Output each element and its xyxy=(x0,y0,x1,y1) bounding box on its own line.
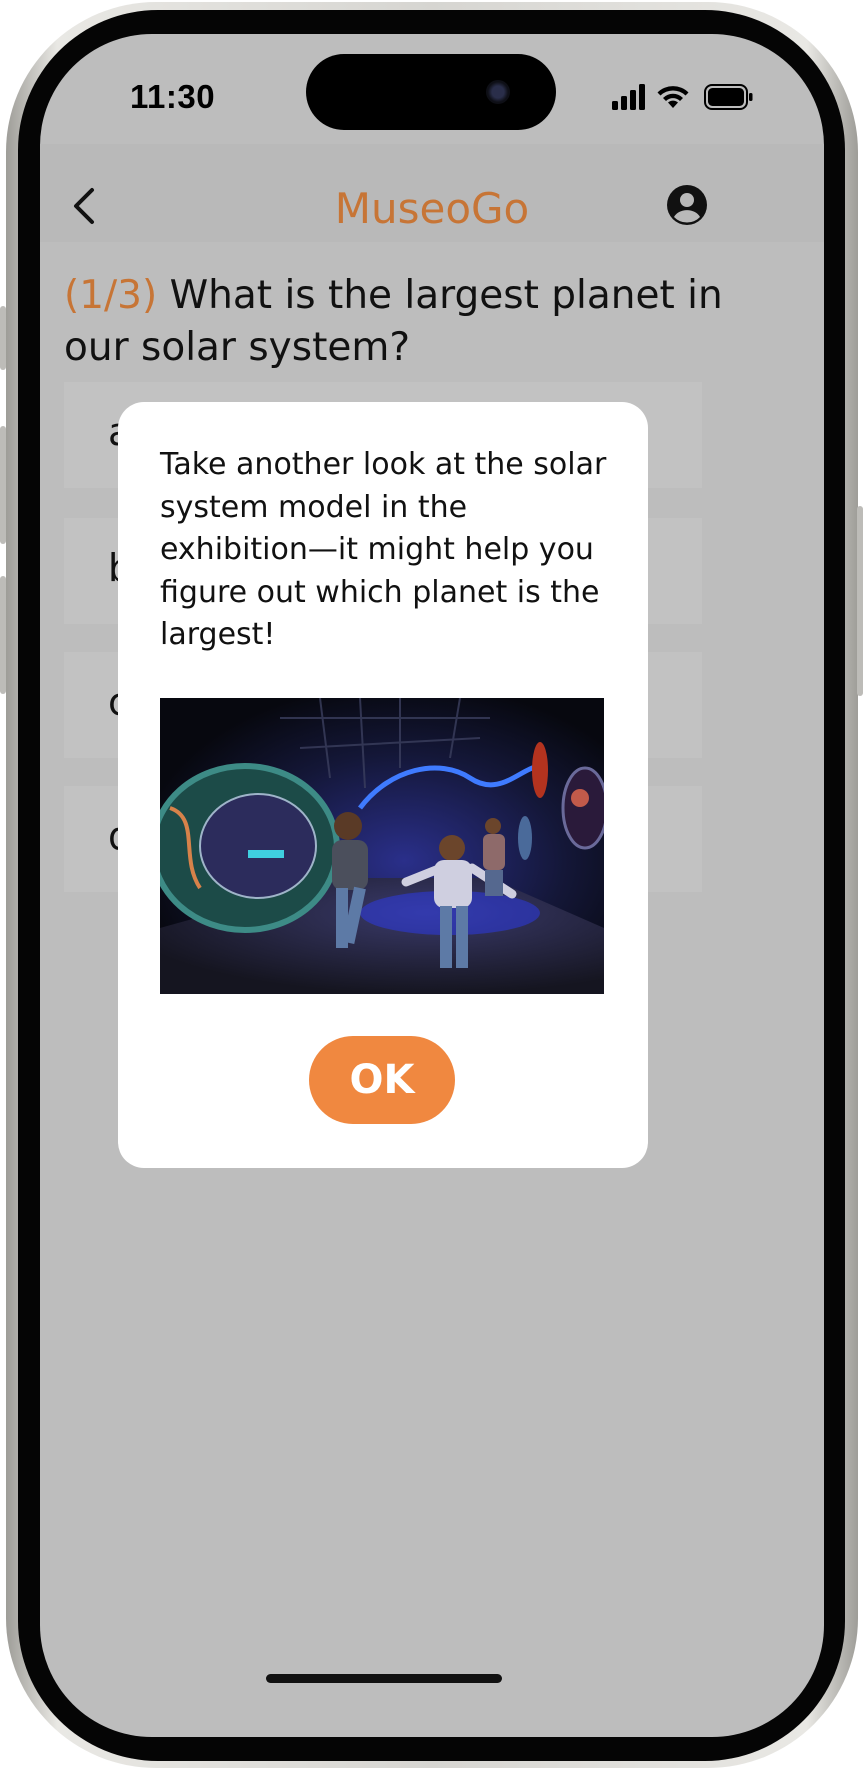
dynamic-island xyxy=(306,54,556,130)
hint-message: Take another look at the solar system mo… xyxy=(160,447,607,652)
status-icons xyxy=(612,80,772,112)
question-number: (1/3) xyxy=(64,273,158,318)
camera-icon xyxy=(486,80,510,104)
signal-icon xyxy=(612,84,645,110)
exhibition-photo xyxy=(160,698,604,994)
status-time: 11:30 xyxy=(130,78,216,115)
power-button xyxy=(857,506,863,696)
home-indicator[interactable] xyxy=(266,1674,502,1683)
volume-up-button xyxy=(0,426,6,544)
hint-dialog: Take another look at the solar system mo… xyxy=(118,402,648,1168)
question-text: (1/3) What is the largest planet in our … xyxy=(64,270,794,374)
ok-button[interactable]: OK xyxy=(309,1036,455,1124)
app-header: MuseoGo xyxy=(40,144,824,242)
battery-icon xyxy=(704,84,753,110)
action-button xyxy=(0,306,6,370)
wifi-icon xyxy=(657,86,689,108)
profile-icon[interactable] xyxy=(666,184,708,226)
volume-down-button xyxy=(0,576,6,694)
question-body: What is the largest planet in our solar … xyxy=(64,273,723,370)
screen: 11:30 MuseoGo (1/3) What is the largest … xyxy=(40,34,824,1737)
